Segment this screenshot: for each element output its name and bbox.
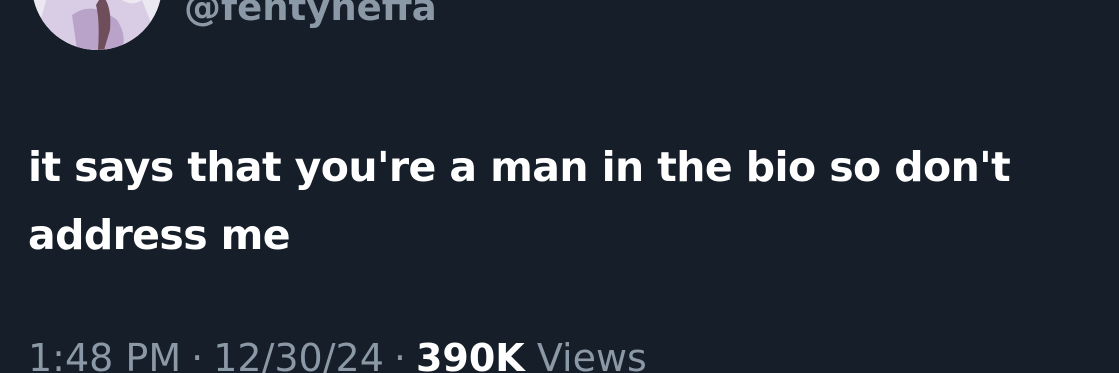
tweet-text: it says that you're a man in the bio so … (28, 143, 1011, 259)
avatar-image (32, 0, 162, 50)
user-handle[interactable]: @fentyheffa (184, 0, 437, 30)
views-label: Views (536, 336, 647, 373)
meta-separator: · (393, 336, 406, 373)
tweet-meta: 1:48 PM · 12/30/24 · 390K Views (28, 336, 647, 373)
views-count[interactable]: 390K (416, 336, 525, 373)
tweet-card: @fentyheffa it says that you're a man in… (0, 0, 1119, 373)
tweet-time[interactable]: 1:48 PM (28, 336, 181, 373)
avatar[interactable] (32, 0, 162, 50)
meta-separator: · (191, 336, 204, 373)
tweet-date[interactable]: 12/30/24 (213, 336, 384, 373)
